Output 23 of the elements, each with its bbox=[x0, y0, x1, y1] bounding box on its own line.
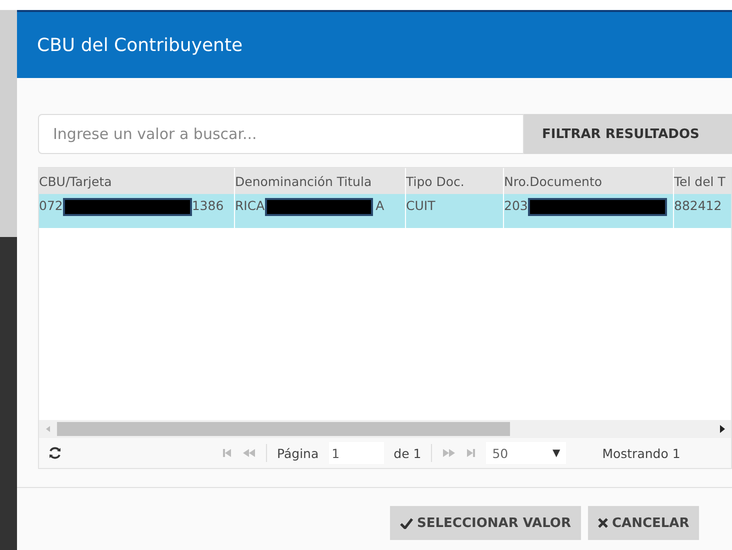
filter-button[interactable]: FILTRAR RESULTADOS bbox=[524, 114, 732, 154]
cell-text: CUIT bbox=[406, 198, 436, 213]
page-field[interactable]: 1 bbox=[328, 442, 384, 464]
column-header[interactable]: Tipo Doc. bbox=[406, 168, 504, 194]
column-header[interactable]: CBU/Tarjeta bbox=[39, 168, 235, 194]
cell-text: 203 bbox=[504, 198, 528, 213]
cancel-button[interactable]: CANCELAR bbox=[588, 506, 700, 540]
table-row[interactable]: 072 1386 RICA A CUIT 203 882412 bbox=[39, 194, 731, 228]
cell-text: 1386 bbox=[192, 198, 224, 213]
column-header[interactable]: Denominanción Titula bbox=[235, 168, 406, 194]
page-count: de 1 bbox=[394, 446, 422, 460]
page-size-select[interactable]: 50 ▼ bbox=[486, 442, 566, 464]
column-header[interactable]: Nro.Documento bbox=[504, 168, 674, 194]
cell-text: A bbox=[376, 198, 384, 213]
page-label: Página bbox=[277, 446, 319, 460]
column-header[interactable]: Tel del T bbox=[674, 168, 731, 194]
cell-text: RICA bbox=[235, 198, 265, 213]
dialog-title: CBU del Contribuyente bbox=[37, 34, 243, 56]
select-button[interactable]: SELECCIONAR VALOR bbox=[390, 506, 581, 540]
search-field[interactable]: Ingrese un valor a buscar... bbox=[38, 114, 524, 154]
cell-text: 882412 bbox=[674, 198, 722, 213]
record-summary: Mostrando 1 bbox=[602, 446, 680, 460]
cell-text: 072 bbox=[39, 198, 63, 213]
